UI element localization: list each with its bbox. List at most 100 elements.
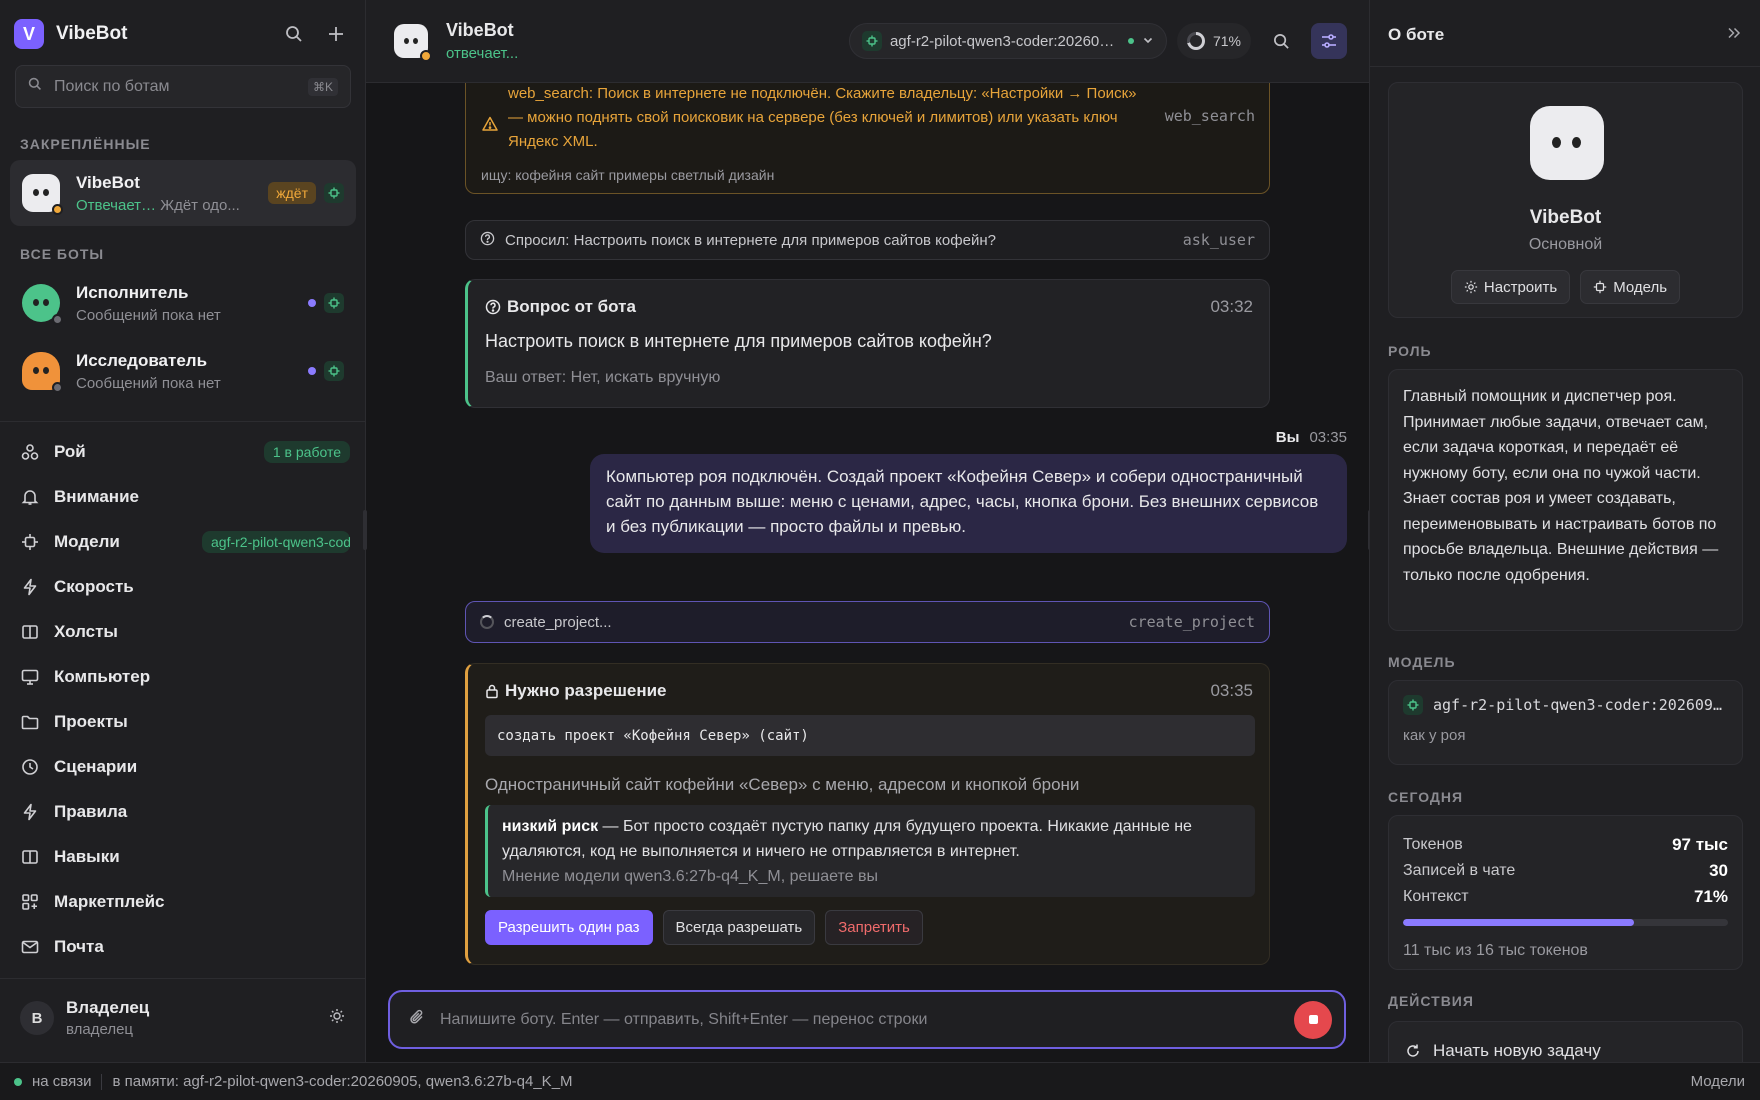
- folder-icon: [20, 712, 40, 732]
- model-selector[interactable]: agf-r2-pilot-qwen3-coder:20260905: [848, 23, 1167, 59]
- bot-item-vibebot[interactable]: VibeBot Отвечает… Ждёт одо... ждёт: [10, 160, 356, 226]
- permission-card: Нужно разрешение 03:35 создать проект «К…: [465, 663, 1270, 965]
- deny-button[interactable]: Запретить: [825, 910, 923, 945]
- message-input[interactable]: [440, 1010, 1294, 1029]
- nav-item-rules[interactable]: Правила: [20, 797, 350, 827]
- status-badge: ждёт: [268, 182, 316, 204]
- chip-icon: [324, 293, 344, 313]
- risk-assessment: низкий риск — Бот просто создаёт пустую …: [485, 805, 1255, 897]
- bot-subtitle: Сообщений пока нет: [76, 374, 221, 392]
- question-icon: [485, 299, 501, 315]
- bot-item-researcher[interactable]: Исследователь Сообщений пока нет: [10, 338, 356, 404]
- chip-icon: [861, 31, 882, 51]
- divider: [0, 978, 365, 979]
- permission-command: создать проект «Кофейня Север» (сайт): [485, 715, 1255, 756]
- chat-log[interactable]: web_search: Поиск в интернете не подключ…: [366, 83, 1369, 976]
- chip-icon: [1403, 695, 1423, 715]
- unread-dot: [308, 299, 316, 307]
- search-icon: [28, 77, 42, 96]
- context-progress-fill: [1403, 919, 1634, 926]
- nav-item-skills[interactable]: Навыки: [20, 842, 350, 872]
- question-answer: Ваш ответ: Нет, искать вручную: [485, 369, 721, 386]
- resize-handle[interactable]: [363, 510, 367, 550]
- warning-text: web_search: Поиск в интернете не подключ…: [508, 85, 1137, 150]
- paperclip-icon[interactable]: [408, 1008, 426, 1031]
- nav-label: Модели: [54, 532, 120, 551]
- mail-icon: [20, 937, 40, 957]
- context-progress-bar: [1403, 919, 1728, 926]
- nav-item-models[interactable]: Модели agf-r2-pilot-qwen3-coder:20260905: [20, 527, 350, 557]
- status-badge: 1 в работе: [263, 441, 350, 463]
- model-name: agf-r2-pilot-qwen3-coder:20260905: [889, 32, 1116, 50]
- message-meta: Вы 03:35: [1275, 429, 1347, 446]
- new-task-button[interactable]: Начать новую задачу: [1388, 1021, 1743, 1062]
- stop-button[interactable]: [1294, 1000, 1332, 1039]
- search-query: ищу: кофейня сайт примеры светлый дизайн: [481, 167, 775, 183]
- stat-tokens: Токенов 97 тыс: [1403, 835, 1728, 854]
- nav-label: Сценарии: [54, 757, 138, 776]
- nav-item-mail[interactable]: Почта: [20, 932, 350, 962]
- running-tool-text: create_project...: [504, 613, 612, 631]
- all-bots-section-label: ВСЕ БОТЫ: [20, 246, 105, 262]
- permission-title: Нужно разрешение: [485, 681, 667, 701]
- nav-label: Компьютер: [54, 667, 151, 686]
- tool-name: create_project: [1128, 613, 1255, 631]
- nav-item-marketplace[interactable]: Маркетплейс: [20, 887, 350, 917]
- avatar: [394, 24, 432, 62]
- search-icon[interactable]: [279, 19, 309, 49]
- role-section-label: РОЛЬ: [1388, 343, 1432, 359]
- configure-button[interactable]: Настроить: [1450, 270, 1571, 304]
- owner-name: Владелец: [66, 998, 150, 1017]
- model-badge: agf-r2-pilot-qwen3-coder:20260905: [202, 531, 350, 553]
- bot-search[interactable]: ⌘K: [15, 65, 351, 108]
- sliders-icon[interactable]: [1311, 23, 1347, 59]
- timestamp: 03:35: [1210, 681, 1253, 700]
- nav-label: Проекты: [54, 712, 128, 731]
- nav-item-speed[interactable]: Скорость: [20, 572, 350, 602]
- user-message: Компьютер роя подключён. Создай проект «…: [590, 454, 1347, 553]
- nav-item-canvases[interactable]: Холсты: [20, 617, 350, 647]
- owner-profile[interactable]: В Владелец владелец: [20, 996, 345, 1040]
- nav-label: Навыки: [54, 847, 120, 866]
- bot-search-input[interactable]: [54, 77, 308, 96]
- ask-user-card[interactable]: Спросил: Настроить поиск в интернете для…: [465, 220, 1270, 260]
- bot-status: Отвечает… Ждёт одо...: [76, 196, 240, 214]
- permission-actions: Разрешить один раз Всегда разрешать Запр…: [485, 910, 933, 945]
- unread-dot: [308, 367, 316, 375]
- nav-item-scenarios[interactable]: Сценарии: [20, 752, 350, 782]
- chevron-down-icon: [1142, 33, 1154, 50]
- model-button[interactable]: Модель: [1580, 270, 1681, 304]
- permission-description: Одностраничный сайт кофейни «Север» с ме…: [485, 775, 1080, 794]
- message-composer[interactable]: [388, 990, 1346, 1049]
- bot-item-executor[interactable]: Исполнитель Сообщений пока нет: [10, 270, 356, 336]
- collapse-panel-icon[interactable]: [1726, 25, 1742, 46]
- chip-icon: [324, 361, 344, 381]
- nav-label: Правила: [54, 802, 128, 821]
- actions-section-label: ДЕЙСТВИЯ: [1388, 993, 1474, 1009]
- nav-label: Рой: [54, 442, 86, 461]
- nav-item-swarm[interactable]: Рой 1 в работе: [20, 437, 350, 467]
- sun-icon[interactable]: [329, 1008, 345, 1029]
- context-meter[interactable]: 71%: [1176, 23, 1251, 59]
- model-info-card[interactable]: agf-r2-pilot-qwen3-coder:20260905 как у …: [1388, 680, 1743, 765]
- spinner-icon: [480, 615, 494, 629]
- lock-icon: [486, 684, 498, 699]
- nav-item-attention[interactable]: Внимание: [20, 482, 350, 512]
- clock-icon: [20, 757, 40, 777]
- nav-item-computer[interactable]: Компьютер: [20, 662, 350, 692]
- nav-item-projects[interactable]: Проекты: [20, 707, 350, 737]
- panel-header: О боте: [1388, 20, 1742, 50]
- bot-role: Основной: [1528, 236, 1603, 253]
- question-title: Вопрос от бота: [485, 297, 636, 317]
- models-link[interactable]: Модели: [1691, 1073, 1745, 1090]
- role-description: Главный помощник и диспетчер роя. Приним…: [1388, 369, 1743, 631]
- question-body: Настроить поиск в интернете для примеров…: [485, 331, 992, 351]
- allow-once-button[interactable]: Разрешить один раз: [485, 910, 653, 945]
- allow-always-button[interactable]: Всегда разрешать: [662, 910, 816, 945]
- bot-info-panel: О боте VibeBot Основной Настроить Модель…: [1369, 0, 1760, 1062]
- nav-label: Маркетплейс: [54, 892, 165, 911]
- plus-icon[interactable]: [321, 19, 351, 49]
- gear-icon: [1464, 280, 1478, 294]
- search-icon[interactable]: [1263, 23, 1299, 59]
- panel-title: О боте: [1388, 25, 1445, 44]
